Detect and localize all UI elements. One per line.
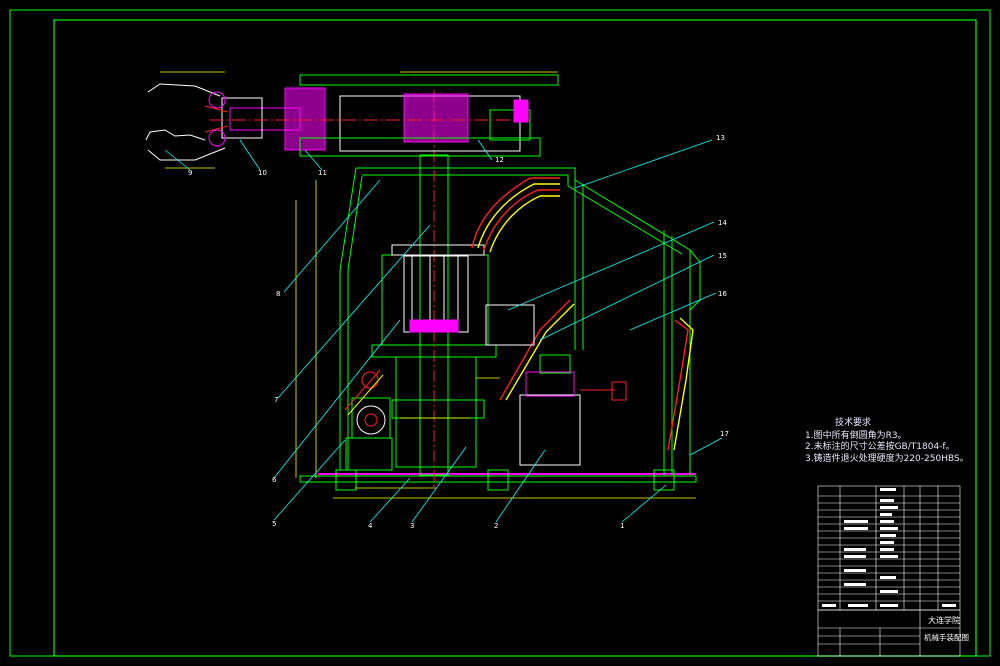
callout-14: 14: [718, 219, 727, 227]
technical-requirements: 技术要求 1.图中所有倒圆角为R3。 2.未标注的尺寸公差按GB/T1804-f…: [805, 418, 969, 465]
callout-6: 6: [272, 476, 277, 484]
drive-mechanism: [344, 369, 393, 471]
central-column: [371, 90, 497, 490]
cad-drawing-canvas: 1 2 3 4 5 6 7 8 9 10 11 12 13 14 15 16 1…: [9, 9, 991, 657]
notes-item-3: 3.铸造件退火处理硬度为220-250HBS。: [805, 453, 969, 464]
callout-3: 3: [410, 522, 414, 530]
gripper: [145, 83, 229, 161]
callout-5: 5: [272, 520, 276, 528]
callout-10: 10: [258, 169, 267, 177]
callout-11: 11: [318, 169, 327, 177]
notes-item-1: 1.图中所有倒圆角为R3。: [805, 430, 907, 441]
title-block-drawing-name: 机械手装配图: [924, 632, 969, 642]
pump-unit: [485, 304, 627, 466]
callout-15: 15: [718, 252, 727, 260]
callout-9: 9: [188, 169, 192, 177]
parts-list-table: [817, 485, 961, 657]
callout-7: 7: [274, 396, 278, 404]
callout-17: 17: [720, 430, 729, 438]
base-assembly: [299, 469, 697, 491]
title-block-school: 大连学院: [928, 615, 960, 625]
arm-assembly: [210, 74, 559, 157]
callout-1: 1: [620, 522, 624, 530]
callout-8: 8: [276, 290, 280, 298]
parts-list-entries: [822, 488, 956, 607]
notes-item-2: 2.未标注的尺寸公差按GB/T1804-f。: [805, 442, 955, 452]
callout-2: 2: [494, 522, 498, 530]
callout-12: 12: [495, 156, 504, 164]
notes-heading: 技术要求: [835, 418, 872, 428]
callout-16: 16: [718, 290, 727, 298]
callout-13: 13: [716, 134, 725, 142]
callout-4: 4: [368, 522, 373, 530]
